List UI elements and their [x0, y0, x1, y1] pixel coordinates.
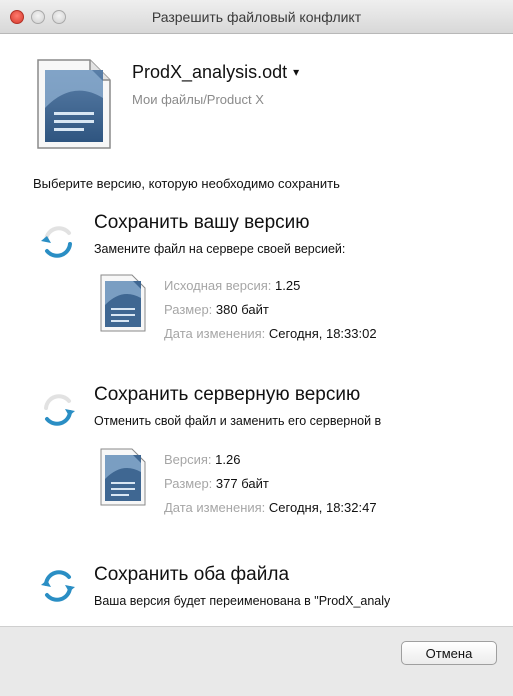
option-keep-server[interactable]: Сохранить серверную версию Отменить свой… [0, 384, 513, 524]
document-icon [100, 448, 146, 506]
detail-modified: Дата изменения: Сегодня, 18:33:02 [164, 326, 377, 341]
file-name: ProdX_analysis.odt [132, 62, 288, 82]
file-path: Мои файлы/Product X [132, 92, 264, 107]
detail-size: Размер: 380 байт [164, 302, 269, 317]
file-name-menu[interactable]: ProdX_analysis.odt ▾ [132, 62, 299, 83]
sync-icon [41, 570, 75, 602]
option-title: Сохранить оба файла [94, 564, 290, 585]
dialog-footer: Отмена [0, 626, 513, 696]
window-title: Разрешить файловый конфликт [151, 9, 362, 25]
sync-icon [44, 394, 75, 426]
option-title: Сохранить вашу версию [94, 212, 310, 233]
detail-modified: Дата изменения: Сегодня, 18:32:47 [164, 500, 377, 515]
detail-size: Размер: 377 байт [164, 476, 269, 491]
document-icon [100, 274, 146, 332]
document-icon [37, 59, 111, 149]
option-keep-local[interactable]: Сохранить вашу версию Замените файл на с… [0, 212, 513, 352]
dropdown-caret-icon: ▾ [293, 65, 300, 79]
cancel-button[interactable]: Отмена [401, 641, 497, 665]
option-description: Ваша версия будет переименована в "ProdX… [94, 594, 391, 608]
detail-version: Версия: 1.26 [164, 452, 241, 467]
title-bar: Разрешить файловый конфликт [0, 0, 513, 34]
option-keep-both[interactable]: Сохранить оба файла Ваша версия будет пе… [0, 564, 513, 620]
option-description: Замените файл на сервере своей версией: [94, 242, 346, 256]
instruction-text: Выберите версию, которую необходимо сохр… [33, 176, 340, 191]
option-title: Сохранить серверную версию [94, 384, 361, 405]
option-description: Отменить свой файл и заменить его сервер… [94, 414, 382, 428]
detail-version: Исходная версия: 1.25 [164, 278, 301, 293]
sync-icon [41, 226, 72, 258]
